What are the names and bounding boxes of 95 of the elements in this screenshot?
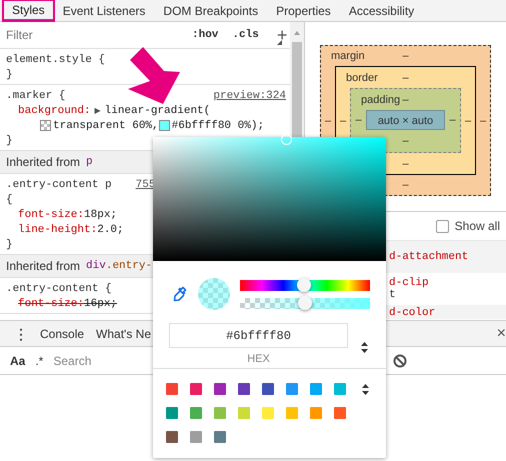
tab[interactable]: Accessibility: [340, 0, 424, 21]
color-swatch[interactable]: [214, 431, 226, 443]
css-value: linear-gradient(: [104, 104, 210, 116]
toggle-button[interactable]: Aa: [10, 354, 26, 368]
source-link[interactable]: preview:324: [213, 90, 286, 102]
color-swatch[interactable]: [310, 383, 322, 395]
tab[interactable]: Event Listeners: [54, 0, 154, 21]
css-property: line-height:: [18, 224, 98, 236]
brace: }: [6, 68, 13, 80]
color-swatch[interactable]: [286, 383, 298, 395]
css-value: #6bffff80 0%);: [172, 120, 264, 132]
css-property: font-size:: [18, 298, 84, 310]
box-value[interactable]: –: [402, 158, 409, 170]
color-swatch[interactable]: [158, 120, 170, 131]
new-rule-button[interactable]: +: [276, 24, 288, 46]
drawer-tab[interactable]: Console: [40, 326, 84, 340]
css-selector: element.style {: [6, 54, 106, 66]
color-preview: [198, 278, 230, 310]
block-icon[interactable]: [393, 354, 407, 368]
color-swatch[interactable]: [262, 383, 274, 395]
close-button[interactable]: ×: [496, 324, 506, 342]
box-value[interactable]: –: [340, 114, 346, 126]
css-value: transparent 60%,: [53, 120, 159, 132]
box-value[interactable]: –: [402, 50, 409, 62]
box-value[interactable]: –: [402, 72, 409, 84]
color-gradient-area[interactable]: [153, 137, 386, 261]
eyedropper-icon[interactable]: [173, 286, 187, 302]
property-value: t: [389, 289, 397, 301]
color-swatch[interactable]: [190, 431, 202, 443]
drawer-tab[interactable]: What's Ne: [96, 326, 152, 340]
tab[interactable]: DOM Breakpoints: [154, 0, 268, 21]
box-value[interactable]: –: [464, 114, 472, 126]
toggle-button[interactable]: .cls: [232, 29, 259, 41]
hue-slider[interactable]: [240, 280, 370, 290]
inherited-selector[interactable]: div.entry-: [86, 260, 152, 272]
box-value[interactable]: –: [324, 114, 332, 126]
brace: }: [6, 238, 13, 250]
property-name: d-color: [389, 307, 436, 319]
inherited-selector[interactable]: p: [86, 156, 93, 168]
box-value[interactable]: –: [402, 135, 409, 147]
color-swatch[interactable]: [190, 383, 202, 395]
box-label: border: [345, 72, 379, 84]
css-value: 18px;: [84, 208, 118, 220]
color-swatch[interactable]: [310, 407, 322, 419]
picker-handle[interactable]: [281, 134, 292, 145]
corner-triangle-icon: [277, 40, 282, 45]
color-swatch[interactable]: [334, 407, 346, 419]
inherited-label: Inherited from: [6, 259, 80, 273]
more-menu-button[interactable]: ⋮: [14, 326, 28, 342]
css-property: font-size:: [18, 208, 84, 220]
box-value[interactable]: –: [402, 94, 409, 106]
box-model-content: auto × auto: [366, 110, 445, 130]
property-name: d-attachment: [389, 251, 470, 263]
color-swatch[interactable]: [262, 407, 274, 419]
property-name: d-clip: [389, 277, 430, 289]
opacity-slider[interactable]: [240, 298, 370, 308]
css-value: 16px;: [84, 298, 118, 310]
tab[interactable]: Properties: [267, 0, 340, 21]
transparent-swatch[interactable]: [40, 120, 51, 131]
tab[interactable]: Styles: [3, 0, 54, 21]
color-swatch[interactable]: [238, 383, 250, 395]
css-property: background:: [18, 104, 91, 116]
color-swatch[interactable]: [166, 431, 178, 443]
color-swatch[interactable]: [166, 383, 178, 395]
format-label: HEX: [247, 353, 270, 365]
color-swatch[interactable]: [286, 407, 298, 419]
box-value[interactable]: –: [449, 114, 456, 126]
toggle-button[interactable]: .*: [35, 354, 44, 368]
css-selector: .entry-content p: [6, 178, 112, 190]
color-swatch[interactable]: [334, 383, 346, 395]
color-swatch[interactable]: [214, 383, 226, 395]
slider-thumb[interactable]: [298, 296, 312, 310]
stepper-icon[interactable]: [360, 341, 369, 354]
color-swatch[interactable]: [214, 407, 226, 419]
brace: {: [6, 194, 13, 206]
toggle-button[interactable]: :hov: [192, 29, 218, 41]
css-value: 2.0;: [97, 224, 124, 236]
box-value[interactable]: –: [480, 114, 486, 126]
box-label: padding: [360, 94, 402, 106]
stepper-icon[interactable]: [361, 383, 370, 396]
box-value[interactable]: –: [402, 179, 409, 191]
box-value[interactable]: –: [355, 114, 362, 126]
css-selector: .entry-content {: [6, 282, 112, 294]
brace: }: [6, 134, 13, 146]
show-all-checkbox[interactable]: Show all: [436, 219, 500, 233]
color-swatch[interactable]: [238, 407, 250, 419]
hex-field[interactable]: #6bffff80: [169, 323, 348, 348]
scrollbar[interactable]: [290, 22, 304, 137]
slider-thumb[interactable]: [296, 278, 311, 292]
box-label: margin: [330, 50, 366, 62]
expand-arrow[interactable]: ▶: [94, 106, 101, 115]
css-selector: .marker {: [6, 90, 66, 102]
color-swatch[interactable]: [166, 407, 178, 419]
inherited-label: Inherited from: [6, 155, 80, 169]
color-swatch[interactable]: [190, 407, 202, 419]
